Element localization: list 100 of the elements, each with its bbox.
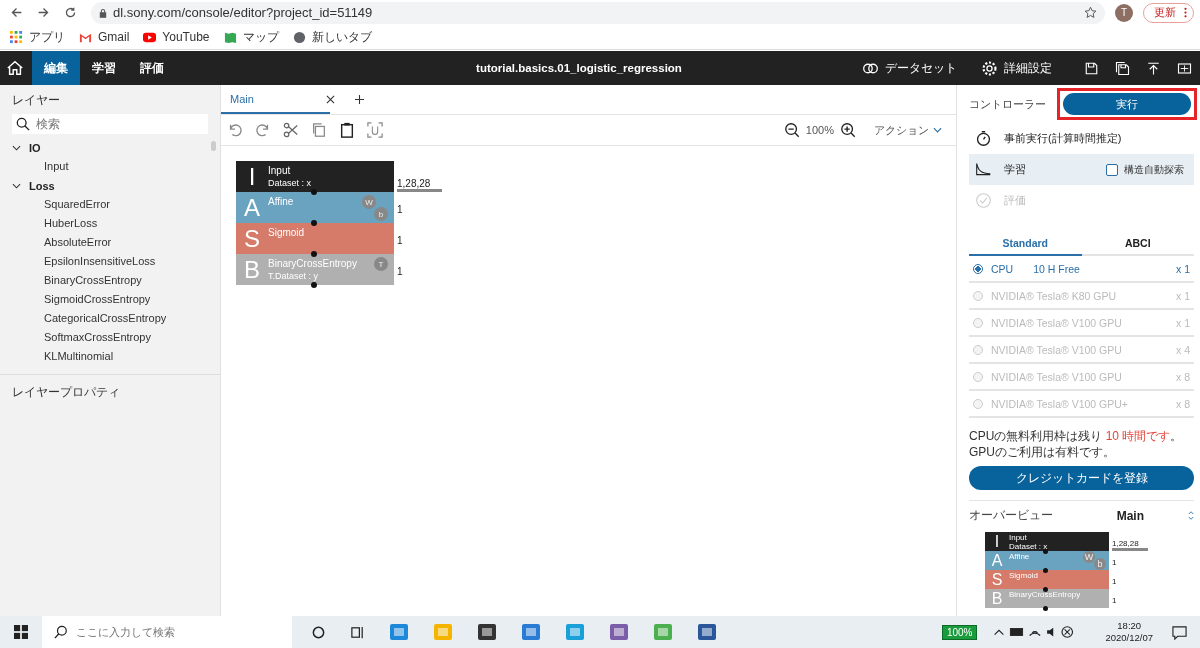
forward-icon[interactable] xyxy=(37,6,50,19)
taskbar-search-field[interactable]: ここに入力して検索 xyxy=(42,616,292,648)
clock-date: 2020/12/07 xyxy=(1105,632,1153,644)
nav-tab[interactable]: 評価 xyxy=(128,51,176,85)
bookmark[interactable]: YouTube xyxy=(143,30,210,44)
project-title: tutorial.basics.01_logistic_regression xyxy=(475,62,683,74)
profile-avatar[interactable]: T xyxy=(1115,3,1133,22)
action-menu[interactable]: アクション xyxy=(874,122,942,138)
layer-item[interactable]: Input xyxy=(12,157,208,176)
address-bar[interactable]: dl.sony.com/console/editor?project_id=51149 xyxy=(91,1,1105,24)
layer-item[interactable]: HuberLoss xyxy=(12,214,208,233)
radio-button[interactable] xyxy=(973,263,983,274)
back-icon[interactable] xyxy=(10,6,23,19)
layer-name: Input xyxy=(268,165,292,177)
layer-item[interactable]: SoftmaxCrossEntropy xyxy=(12,328,208,347)
nav-tab[interactable]: 編集 xyxy=(32,51,80,85)
connector-dot[interactable] xyxy=(311,189,317,195)
layer-letter: I xyxy=(247,162,257,192)
clipboard-icon[interactable] xyxy=(339,122,355,138)
port-badge: W xyxy=(362,195,376,209)
bookmark-icon xyxy=(223,30,237,44)
upload-icon[interactable] xyxy=(1146,60,1161,76)
connector-dot[interactable] xyxy=(311,282,317,288)
port-badge: W xyxy=(1083,551,1095,563)
layer-block[interactable]: I Input Dataset : x xyxy=(236,161,394,192)
lock-icon xyxy=(99,7,107,18)
instance-name: NVIDIA® Tesla® V100 GPU+ xyxy=(991,397,1128,410)
scrollbar-thumb[interactable] xyxy=(211,141,216,151)
layer-item[interactable]: BinaryCrossEntropy xyxy=(12,271,208,290)
editor-tab[interactable]: Main xyxy=(221,85,330,114)
panel-title: オーバービュー xyxy=(969,507,1053,524)
layer-item[interactable]: KLMultinomial xyxy=(12,347,208,366)
layer-item[interactable]: SquaredError xyxy=(12,195,208,214)
layer-item[interactable]: CategoricalCrossEntropy xyxy=(12,309,208,328)
instance-tab[interactable]: ABCI xyxy=(1081,232,1194,254)
instance-note: 10 H Free xyxy=(1033,262,1080,275)
tree-group[interactable]: Loss xyxy=(12,176,208,195)
save-icon[interactable] xyxy=(1084,60,1099,76)
url-text: dl.sony.com/console/editor?project_id=51149 xyxy=(113,5,374,20)
auto-search-checkbox[interactable]: 構造自動探索 xyxy=(1106,162,1188,177)
bookmark[interactable]: アプリ xyxy=(10,28,65,46)
close-icon[interactable] xyxy=(326,95,335,104)
instance-tab[interactable]: Standard xyxy=(969,232,1082,256)
layer-item[interactable]: SigmoidCrossEntropy xyxy=(12,290,208,309)
run-button[interactable]: 実行 xyxy=(1063,93,1191,115)
reload-icon[interactable] xyxy=(64,6,77,19)
search-field[interactable]: 検索 xyxy=(12,114,208,134)
more-icon xyxy=(1184,7,1187,18)
layer-item[interactable]: AbsoluteError xyxy=(12,233,208,252)
instance-count: x 4 xyxy=(1176,343,1190,356)
connector-dot[interactable] xyxy=(311,220,317,226)
panel-title: レイヤープロパティ xyxy=(11,385,121,400)
notification-icon[interactable] xyxy=(1172,624,1187,640)
tree-group[interactable]: IO xyxy=(12,138,208,157)
bookmark-icon xyxy=(143,30,157,44)
zoom-in-icon[interactable] xyxy=(840,122,856,138)
layer-name: Affine xyxy=(1009,552,1030,561)
bookmark[interactable]: 新しいタブ xyxy=(292,28,372,46)
zoom-out-icon[interactable] xyxy=(783,122,800,138)
undo-icon[interactable] xyxy=(227,122,243,138)
header-action[interactable]: 詳細設定 xyxy=(981,59,1052,77)
windows-icon[interactable] xyxy=(14,625,28,639)
copy-icon[interactable] xyxy=(311,122,327,138)
save-as-icon[interactable] xyxy=(1115,60,1130,76)
nav-tab[interactable]: 学習 xyxy=(80,51,128,85)
connector-dot xyxy=(1043,549,1048,554)
instance-count: x 8 xyxy=(1176,397,1190,410)
home-icon[interactable] xyxy=(6,59,24,77)
header-action[interactable]: データセット xyxy=(862,59,957,77)
app-icon[interactable] xyxy=(477,622,497,642)
layer-letter: S xyxy=(243,224,261,254)
layer-source: Dataset : x xyxy=(268,177,312,189)
updown-icon[interactable] xyxy=(1188,511,1194,520)
star-icon[interactable] xyxy=(1084,6,1097,19)
port-badge: b xyxy=(1094,558,1106,570)
layer-item[interactable]: EpsilonInsensitiveLoss xyxy=(12,252,208,271)
plus-icon[interactable] xyxy=(355,95,364,104)
clock-time: 18:20 xyxy=(1117,620,1142,632)
layer-name: Sigmoid xyxy=(268,227,305,239)
update-button[interactable]: 更新 xyxy=(1143,2,1194,23)
scissors-icon[interactable] xyxy=(283,122,299,138)
connector-dot[interactable] xyxy=(311,251,317,257)
graph-selector[interactable]: Main xyxy=(1116,508,1144,523)
layer-name: Affine xyxy=(268,196,294,208)
bookmark[interactable]: Gmail xyxy=(79,30,130,44)
credit-card-button[interactable]: クレジットカードを登録 xyxy=(969,466,1194,490)
bookmark[interactable]: マップ xyxy=(223,28,279,46)
search-icon xyxy=(54,625,68,639)
app-icon[interactable] xyxy=(697,622,717,642)
redo-icon[interactable] xyxy=(255,122,271,138)
search-icon xyxy=(16,117,30,131)
output-size-label: 1,28,28 xyxy=(1112,539,1148,551)
run-step[interactable]: 学習 構造自動探索 xyxy=(969,154,1194,185)
run-step[interactable]: 事前実行(計算時間推定) xyxy=(969,123,1194,154)
output-size-label: 1 xyxy=(1112,596,1117,607)
instance-name: NVIDIA® Tesla® V100 GPU xyxy=(991,343,1122,356)
task-view-icon[interactable] xyxy=(350,624,365,640)
output-size-label: 1 xyxy=(397,266,403,279)
battery-level: 100% xyxy=(941,624,978,640)
cortana-icon[interactable] xyxy=(311,624,326,640)
